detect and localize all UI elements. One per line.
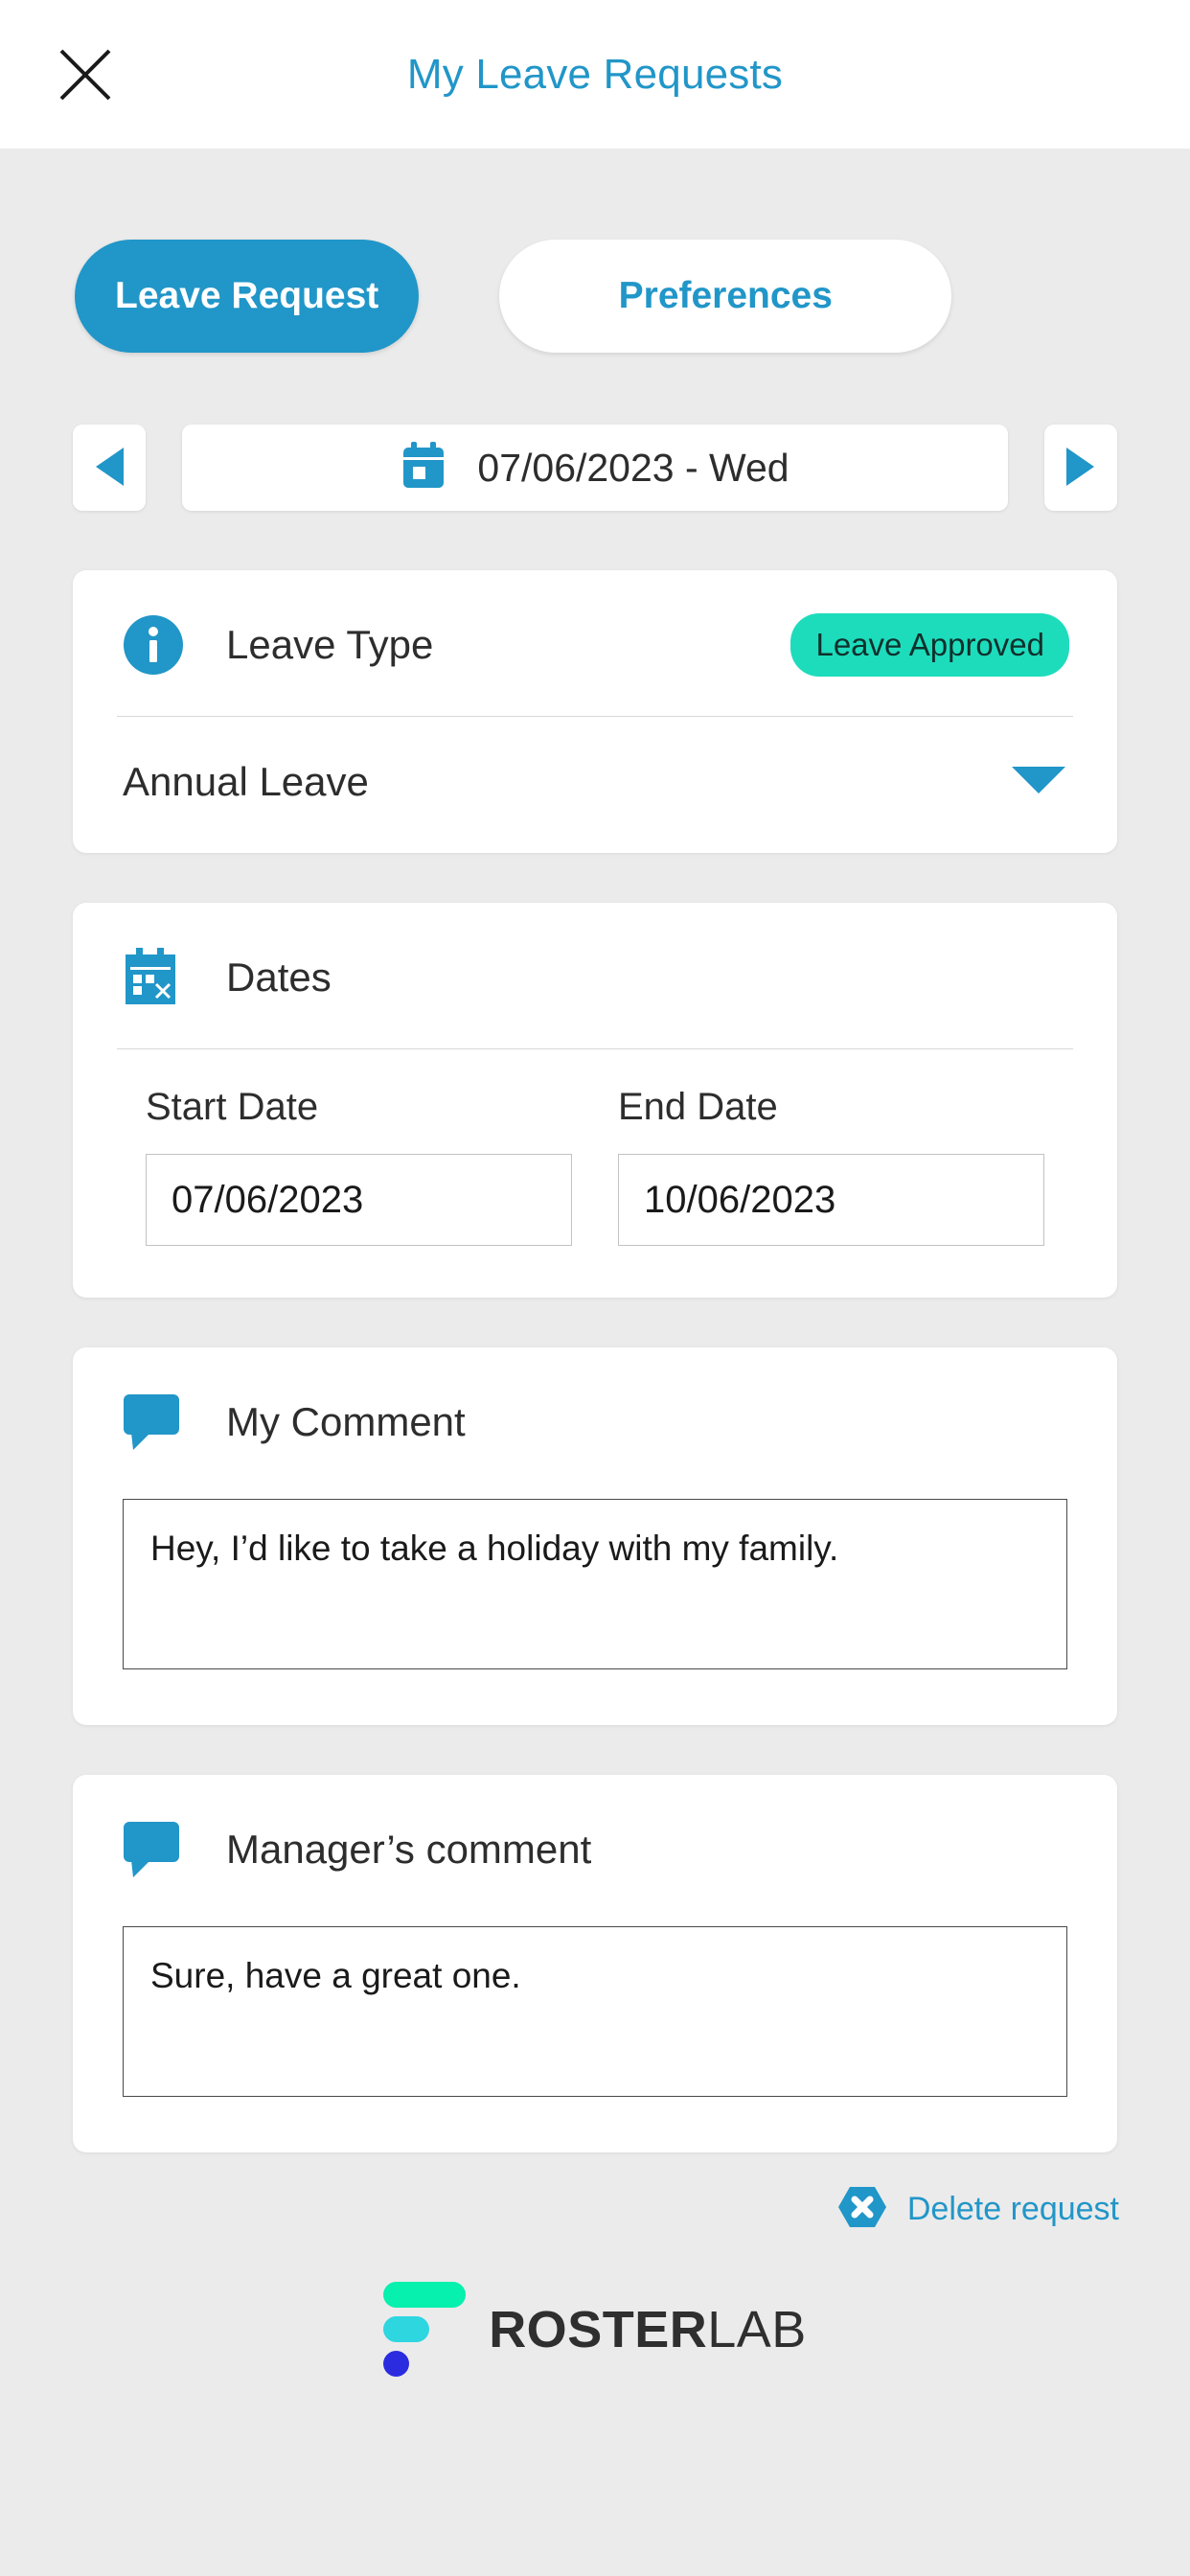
leave-request-screen: My Leave Requests Leave Request Preferen… (0, 0, 1190, 2576)
manager-comment-body: Sure, have a great one. (73, 1920, 1117, 2152)
logo-primary: ROSTER (489, 2300, 708, 2358)
my-comment-header: My Comment (73, 1347, 1117, 1493)
date-value: 07/06/2023 - Wed (477, 445, 790, 490)
start-date-group: Start Date 07/06/2023 (146, 1086, 572, 1246)
logo-mark-icon (383, 2282, 467, 2377)
delete-request-button[interactable]: Delete request (0, 2152, 1190, 2234)
info-icon (121, 612, 186, 678)
close-icon[interactable] (56, 45, 115, 104)
tab-bar: Leave Request Preferences (0, 149, 1190, 353)
start-date-input[interactable]: 07/06/2023 (146, 1154, 572, 1246)
dates-title: Dates (226, 954, 332, 1000)
start-date-label: Start Date (146, 1086, 319, 1128)
tab-preferences[interactable]: Preferences (499, 240, 952, 353)
speech-bubble-icon (121, 1390, 186, 1455)
date-display-field[interactable]: 07/06/2023 - Wed (182, 425, 1008, 511)
triangle-right-icon (1064, 446, 1097, 491)
my-comment-text[interactable]: Hey, I’d like to take a holiday with my … (123, 1499, 1067, 1669)
delete-x-icon[interactable] (836, 2185, 888, 2234)
my-comment-body: Hey, I’d like to take a holiday with my … (73, 1493, 1117, 1725)
rosterlab-logo: ROSTERLAB (0, 2234, 1190, 2377)
dates-header: Dates (73, 903, 1117, 1048)
dates-body: Start Date 07/06/2023 End Date 10/06/202… (73, 1049, 1117, 1298)
manager-comment-card: Manager’s comment Sure, have a great one… (73, 1775, 1117, 2152)
triangle-left-icon (93, 446, 126, 491)
chevron-down-icon[interactable] (1010, 764, 1067, 801)
tab-leave-request-label: Leave Request (115, 275, 379, 316)
speech-bubble-icon (121, 1817, 186, 1882)
previous-day-button[interactable] (73, 425, 146, 511)
end-date-group: End Date 10/06/2023 (618, 1086, 1044, 1246)
manager-comment-text[interactable]: Sure, have a great one. (123, 1926, 1067, 2097)
leave-type-title: Leave Type (226, 622, 434, 667)
my-comment-title: My Comment (226, 1399, 466, 1444)
logo-bar-mid (383, 2316, 430, 2342)
logo-wordmark: ROSTERLAB (489, 2300, 807, 2359)
end-date-label: End Date (618, 1086, 778, 1128)
delete-request-label: Delete request (906, 2191, 1119, 2227)
leave-type-select[interactable]: Annual Leave (73, 717, 1117, 853)
end-date-input[interactable]: 10/06/2023 (618, 1154, 1044, 1246)
calendar-icon (400, 441, 446, 495)
logo-bar-top (383, 2282, 467, 2308)
my-comment-card: My Comment Hey, I’d like to take a holid… (73, 1347, 1117, 1725)
page-title: My Leave Requests (406, 50, 784, 98)
date-navigator: 07/06/2023 - Wed (0, 353, 1190, 511)
calendar-cancel-icon (121, 945, 186, 1010)
leave-type-header: Leave Type Leave Approved (73, 570, 1117, 716)
manager-comment-title: Manager’s comment (226, 1827, 592, 1872)
dates-card: Dates Start Date 07/06/2023 End Date 10/… (73, 903, 1117, 1298)
leave-type-value: Annual Leave (123, 759, 369, 804)
logo-secondary: LAB (707, 2300, 807, 2358)
logo-bar-dot (383, 2351, 410, 2377)
app-header: My Leave Requests (0, 0, 1190, 149)
tab-preferences-label: Preferences (618, 275, 833, 316)
manager-comment-header: Manager’s comment (73, 1775, 1117, 1920)
next-day-button[interactable] (1044, 425, 1117, 511)
leave-type-card: Leave Type Leave Approved Annual Leave (73, 570, 1117, 853)
tab-leave-request[interactable]: Leave Request (75, 240, 420, 353)
status-badge: Leave Approved (790, 613, 1069, 677)
